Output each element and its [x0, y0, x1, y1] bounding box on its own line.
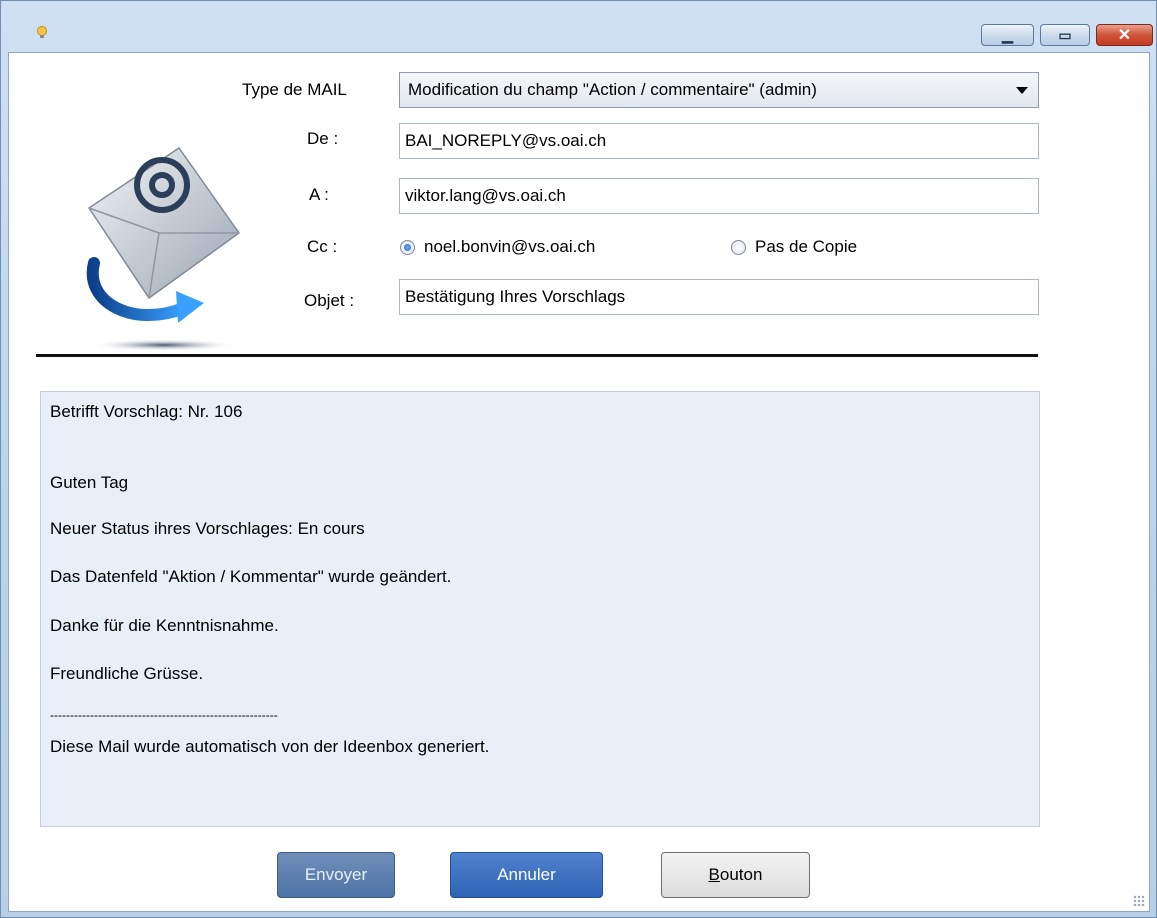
close-icon: ✕ — [1117, 27, 1132, 44]
cc-label: Cc : — [307, 237, 338, 256]
cc-radio-recipient[interactable]: noel.bonvin@vs.oai.ch — [400, 237, 595, 257]
dropdown-arrow-icon — [1016, 87, 1028, 94]
dialog-window: ▁ ▭ ✕ Type de MAIL Modification du champ… — [0, 0, 1157, 918]
message-line: Das Datenfeld "Aktion / Kommentar" wurde… — [50, 567, 452, 586]
button-mnemonic: B — [708, 865, 720, 884]
button-label-rest: outon — [719, 865, 763, 884]
maximize-button[interactable]: ▭ — [1040, 24, 1090, 46]
email-envelope-icon — [86, 146, 241, 351]
subject-field[interactable]: Bestätigung Ihres Vorschlags — [399, 279, 1039, 315]
message-line: Danke für die Kenntnisnahme. — [50, 616, 279, 635]
lightbulb-icon — [37, 26, 47, 38]
mail-type-dropdown[interactable]: Modification du champ "Action / commenta… — [399, 72, 1039, 108]
message-line: Betrifft Vorschlag: Nr. 106 — [50, 402, 243, 421]
subject-label: Objet : — [304, 291, 355, 310]
cc-radio-no-copy-label: Pas de Copie — [755, 237, 858, 256]
message-line: Freundliche Grüsse. — [50, 664, 204, 683]
message-body-textarea[interactable]: Betrifft Vorschlag: Nr. 106 Guten Tag Ne… — [40, 391, 1040, 827]
minimize-icon: ▁ — [1002, 26, 1013, 43]
from-field[interactable]: BAI_NOREPLY@vs.oai.ch — [399, 123, 1039, 159]
maximize-icon: ▭ — [1058, 26, 1072, 43]
to-field[interactable]: viktor.lang@vs.oai.ch — [399, 178, 1039, 214]
message-line: Diese Mail wurde automatisch von der Ide… — [50, 737, 490, 756]
radio-unchecked-icon — [731, 239, 746, 255]
from-label: De : — [307, 129, 339, 148]
generic-button[interactable]: Bouton — [661, 852, 810, 898]
minimize-button[interactable]: ▁ — [981, 24, 1034, 46]
resize-grip[interactable] — [1133, 895, 1145, 907]
mail-type-label: Type de MAIL — [242, 80, 347, 99]
title-bar[interactable]: ▁ ▭ ✕ — [1, 1, 1156, 53]
to-label: A : — [309, 185, 329, 204]
message-line: Guten Tag — [50, 473, 129, 492]
cancel-button[interactable]: Annuler — [450, 852, 603, 898]
send-button[interactable]: Envoyer — [277, 852, 395, 898]
cc-radio-no-copy[interactable]: Pas de Copie — [731, 237, 857, 257]
message-line: Neuer Status ihres Vorschlages: En cours — [50, 519, 365, 538]
dialog-client-area: Type de MAIL Modification du champ "Acti… — [8, 52, 1150, 912]
close-button[interactable]: ✕ — [1096, 24, 1153, 46]
cc-radio-recipient-label: noel.bonvin@vs.oai.ch — [424, 237, 596, 256]
message-separator-line: ----------------------------------------… — [50, 708, 278, 722]
header-separator — [36, 354, 1038, 357]
radio-checked-icon — [400, 239, 415, 255]
mail-type-value: Modification du champ "Action / commenta… — [408, 80, 817, 99]
